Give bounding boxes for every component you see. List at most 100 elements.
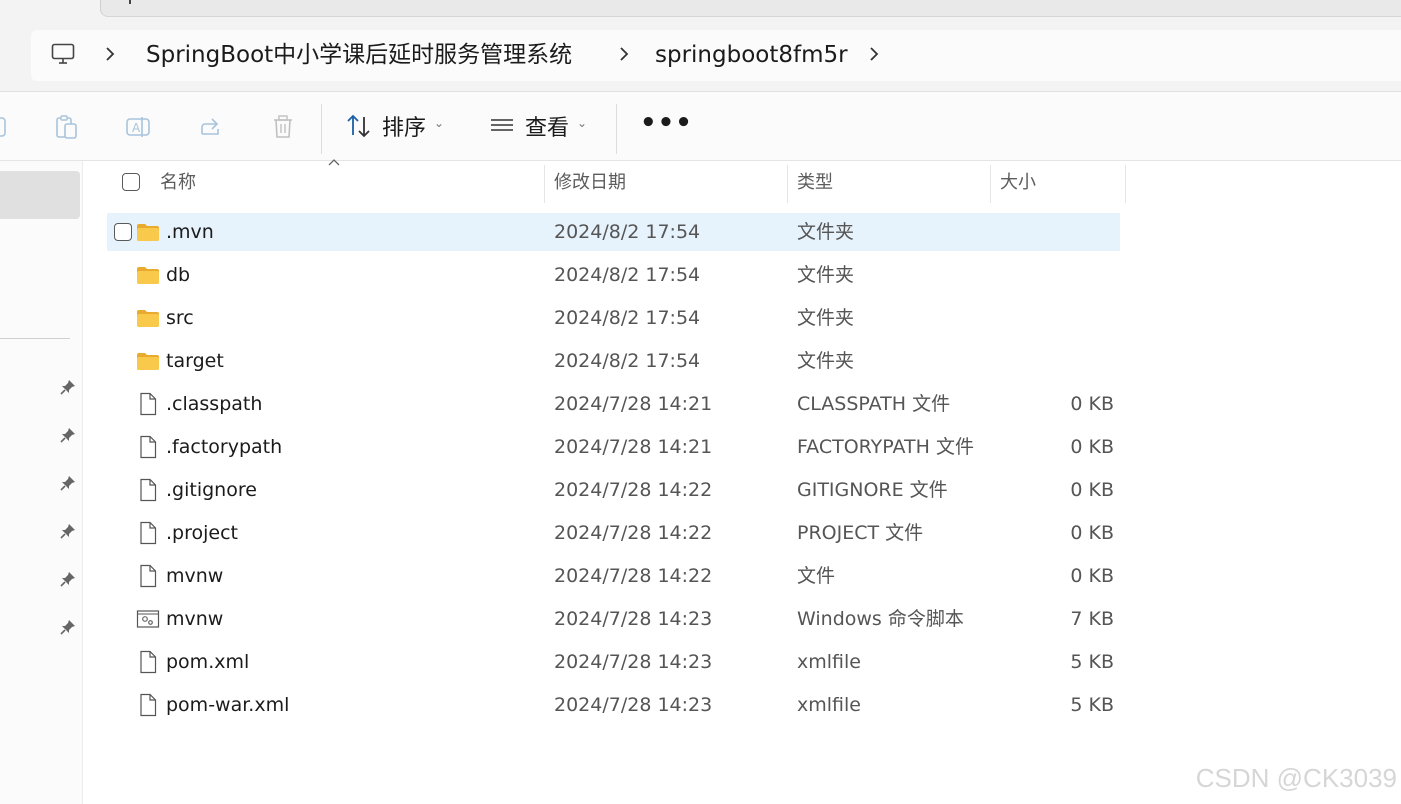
pin-icon[interactable] xyxy=(59,522,77,540)
file-row[interactable]: pom-war.xml 2024/7/28 14:23 xmlfile 5 KB xyxy=(107,686,1120,724)
file-type: 文件夹 xyxy=(797,221,855,243)
toolbar-divider xyxy=(616,104,617,154)
column-separator[interactable] xyxy=(1125,165,1126,203)
file-name[interactable]: src xyxy=(166,299,194,337)
column-separator[interactable] xyxy=(787,165,788,203)
file-row[interactable]: mvnw 2024/7/28 14:23 Windows 命令脚本 7 KB xyxy=(107,600,1120,638)
pin-icon[interactable] xyxy=(59,570,77,588)
file-type: 文件夹 xyxy=(797,264,855,286)
select-all-checkbox[interactable] xyxy=(122,173,140,191)
file-icon xyxy=(140,392,157,416)
file-date: 2024/8/2 17:54 xyxy=(554,350,701,372)
file-size: 0 KB xyxy=(1070,393,1114,415)
row-checkbox[interactable] xyxy=(114,223,132,241)
file-name[interactable]: mvnw xyxy=(166,557,223,595)
file-name[interactable]: .project xyxy=(166,514,238,552)
address-bar[interactable]: SpringBoot中小学课后延时服务管理系统 springboot8fm5r xyxy=(31,30,1401,81)
chevron-right-icon[interactable] xyxy=(103,44,117,64)
sort-button[interactable]: 排序 ⌄ xyxy=(346,106,444,146)
file-icon xyxy=(140,564,157,588)
pin-icon[interactable] xyxy=(59,474,77,492)
file-date: 2024/7/28 14:21 xyxy=(554,393,713,415)
column-header-size[interactable]: 大小 xyxy=(1000,161,1120,204)
file-name[interactable]: .mvn xyxy=(166,213,214,251)
file-date: 2024/7/28 14:22 xyxy=(554,565,713,587)
pin-icon[interactable] xyxy=(59,426,77,444)
file-type: Windows 命令脚本 xyxy=(797,608,964,630)
chevron-right-icon[interactable] xyxy=(617,44,631,64)
file-name[interactable]: db xyxy=(166,256,190,294)
file-type: 文件夹 xyxy=(797,307,855,329)
column-header-modified[interactable]: 修改日期 xyxy=(554,161,784,204)
more-options-button[interactable]: ••• xyxy=(640,110,693,136)
svg-text:A: A xyxy=(132,121,141,135)
file-size: 5 KB xyxy=(1070,694,1114,716)
breadcrumb-folder[interactable]: springboot8fm5r xyxy=(655,40,848,70)
file-type: GITIGNORE 文件 xyxy=(797,479,948,501)
view-label: 查看 xyxy=(525,116,570,141)
window-tab[interactable] xyxy=(100,0,1401,17)
file-date: 2024/7/28 14:21 xyxy=(554,436,713,458)
file-name[interactable]: pom-war.xml xyxy=(166,686,289,724)
file-row[interactable]: pom.xml 2024/7/28 14:23 xmlfile 5 KB xyxy=(107,643,1120,681)
file-date: 2024/8/2 17:54 xyxy=(554,307,701,329)
file-row[interactable]: .factorypath 2024/7/28 14:21 FACTORYPATH 文… xyxy=(107,428,1120,466)
sort-label: 排序 xyxy=(382,116,427,141)
folder-icon xyxy=(137,267,159,284)
file-row[interactable]: db 2024/8/2 17:54 文件夹 xyxy=(107,256,1120,294)
this-pc-icon[interactable] xyxy=(51,43,75,65)
file-date: 2024/7/28 14:22 xyxy=(554,522,713,544)
column-separator[interactable] xyxy=(990,165,991,203)
file-type: 文件 xyxy=(797,565,836,587)
file-row[interactable]: mvnw 2024/7/28 14:22 文件 0 KB xyxy=(107,557,1120,595)
file-icon xyxy=(140,478,157,502)
view-button[interactable]: 查看 ⌄ xyxy=(489,106,587,146)
tab-strip xyxy=(0,0,1401,30)
file-date: 2024/7/28 14:23 xyxy=(554,694,713,716)
command-bar: A 排序 ⌄ 查看 ⌄ xyxy=(0,92,1401,161)
script-file-icon xyxy=(136,610,160,628)
file-type: 文件夹 xyxy=(797,350,855,372)
pin-icon[interactable] xyxy=(59,618,77,636)
file-name[interactable]: .factorypath xyxy=(166,428,282,466)
file-size: 0 KB xyxy=(1070,479,1114,501)
file-row[interactable]: .gitignore 2024/7/28 14:22 GITIGNORE 文件 0 K… xyxy=(107,471,1120,509)
share-icon[interactable] xyxy=(198,114,224,140)
folder-icon xyxy=(137,353,159,370)
file-type: xmlfile xyxy=(797,651,861,673)
file-row[interactable]: target 2024/8/2 17:54 文件夹 xyxy=(107,342,1120,380)
file-row[interactable]: src 2024/8/2 17:54 文件夹 xyxy=(107,299,1120,337)
chevron-right-icon[interactable] xyxy=(867,44,881,64)
watermark: CSDN @CK3039 xyxy=(1195,763,1397,793)
pin-icon[interactable] xyxy=(59,378,77,396)
file-name[interactable]: .gitignore xyxy=(166,471,257,509)
file-name[interactable]: pom.xml xyxy=(166,643,249,681)
sort-icon xyxy=(347,114,370,138)
chevron-down-icon: ⌄ xyxy=(577,116,588,130)
file-type: PROJECT 文件 xyxy=(797,522,924,544)
file-icon xyxy=(140,521,157,545)
file-date: 2024/7/28 14:22 xyxy=(554,479,713,501)
file-name[interactable]: mvnw xyxy=(166,600,223,638)
file-type: CLASSPATH 文件 xyxy=(797,393,951,415)
file-row[interactable]: .project 2024/7/28 14:22 PROJECT 文件 0 KB xyxy=(107,514,1120,552)
column-header-type[interactable]: 类型 xyxy=(797,161,987,204)
file-date: 2024/7/28 14:23 xyxy=(554,608,713,630)
file-row[interactable]: .classpath 2024/7/28 14:21 CLASSPATH 文件 0 K… xyxy=(107,385,1120,423)
file-name[interactable]: target xyxy=(166,342,224,380)
file-row[interactable]: .mvn 2024/8/2 17:54 文件夹 xyxy=(107,213,1120,251)
column-header-name[interactable]: 名称 xyxy=(160,161,540,204)
breadcrumb-project[interactable]: SpringBoot中小学课后延时服务管理系统 xyxy=(146,40,572,70)
file-size: 0 KB xyxy=(1070,436,1114,458)
navigation-pane xyxy=(0,161,83,804)
file-size: 5 KB xyxy=(1070,651,1114,673)
delete-icon[interactable] xyxy=(270,114,296,140)
nav-item-selected[interactable] xyxy=(0,171,80,219)
file-name[interactable]: .classpath xyxy=(166,385,262,423)
paste-icon[interactable] xyxy=(53,114,79,140)
folder-icon xyxy=(137,224,159,241)
column-separator[interactable] xyxy=(544,165,545,203)
file-type: FACTORYPATH 文件 xyxy=(797,436,974,458)
cut-icon[interactable] xyxy=(0,114,12,140)
rename-icon[interactable]: A xyxy=(125,114,151,140)
